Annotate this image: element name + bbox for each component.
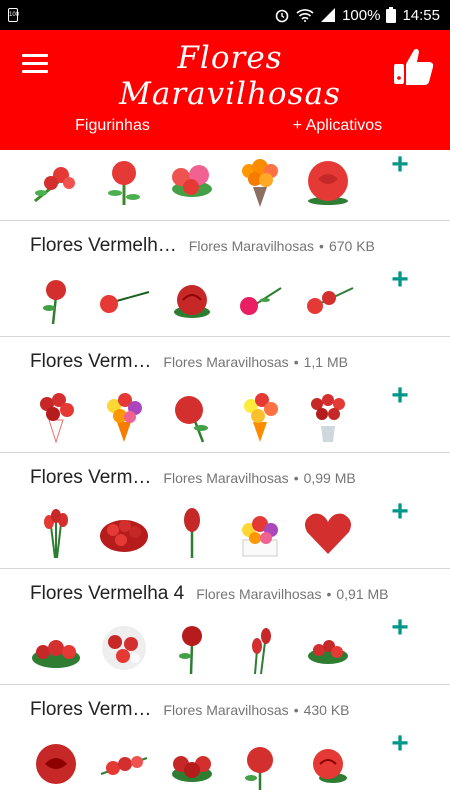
sticker-pack[interactable]: Flores Verm… Flores Maravilhosas • 1,1 M…	[0, 337, 450, 453]
big-rose-sticker	[294, 154, 362, 210]
rose-arrangement-sticker	[90, 737, 158, 793]
orange-bouquet-sticker	[226, 154, 294, 210]
single-rose-sticker	[226, 737, 294, 793]
wifi-icon	[296, 9, 314, 22]
pack-name: Flores Verm…	[30, 699, 152, 720]
clock: 14:55	[402, 6, 440, 24]
menu-icon	[22, 54, 48, 57]
status-bar: 100 100% 14:55	[0, 0, 450, 30]
pink-rose-sticker	[226, 273, 294, 329]
tab-stickers[interactable]: Figurinhas	[0, 110, 225, 150]
sticker-preview-row	[22, 154, 362, 210]
pack-header: Flores Verm… Flores Maravilhosas • 430 K…	[30, 699, 350, 721]
sticker-preview-row	[22, 621, 362, 677]
pack-size: 1,1 MB	[303, 354, 348, 370]
sticker-pack[interactable]: Flores Vermelh… Flores Maravilhosas • 67…	[0, 221, 450, 337]
two-roses-sticker	[294, 273, 362, 329]
pack-name: Flores Verm…	[30, 351, 152, 372]
rose-trio-sticker	[158, 737, 226, 793]
status-right: 100% 14:55	[274, 0, 440, 30]
pack-name: Flores Vermelh…	[30, 235, 177, 256]
meta-separator: •	[319, 238, 324, 254]
add-to-whatsapp-button[interactable]: +	[388, 150, 412, 180]
big-red-rose-sticker	[22, 737, 90, 793]
sticker-preview-row	[22, 505, 362, 561]
rose-basket-sticker	[90, 505, 158, 561]
two-rose-buds-sticker	[226, 621, 294, 677]
sticker-pack[interactable]: Flores Verm… Flores Maravilhosas • 430 K…	[0, 685, 450, 800]
rose-pile-sticker	[22, 621, 90, 677]
sticker-preview-row	[22, 389, 362, 445]
sticker-pack[interactable]: Flores Verm… Flores Maravilhosas • 0,99 …	[0, 453, 450, 569]
roses-vase-sticker	[294, 389, 362, 445]
battery-percent: 100%	[342, 6, 381, 24]
meta-separator: •	[293, 702, 299, 718]
tab-more-apps[interactable]: + Aplicativos	[225, 110, 450, 150]
meta-separator: •	[293, 470, 299, 486]
flower-box-sticker	[226, 505, 294, 561]
meta-separator: •	[326, 586, 332, 602]
white-red-bouquet-sticker	[90, 621, 158, 677]
app-bar: Flores Maravilhosas Figurinhas + Aplicat…	[0, 30, 450, 150]
sticker-preview-row	[22, 737, 362, 793]
red-rose-sticker	[294, 737, 362, 793]
pack-size: 0,91 MB	[336, 586, 389, 602]
pack-name: Flores Verm…	[30, 467, 152, 488]
pack-header: Flores Vermelh… Flores Maravilhosas • 67…	[30, 235, 375, 257]
mixed-bouquet-sticker	[226, 389, 294, 445]
rose-bouquet-sticker	[22, 154, 90, 210]
pack-size: 0,99 MB	[303, 470, 356, 486]
notification-battery-icon: 100	[8, 8, 19, 22]
menu-button[interactable]	[22, 54, 48, 76]
pack-publisher: Flores Maravilhosas	[188, 238, 315, 254]
rose-bouquet-sticker	[22, 389, 90, 445]
pack-size: 430 KB	[303, 702, 350, 718]
add-to-whatsapp-button[interactable]: +	[388, 381, 412, 411]
rose-stem-sticker	[22, 273, 90, 329]
rose-cluster-sticker	[294, 621, 362, 677]
heart-roses-sticker	[294, 505, 362, 561]
add-to-whatsapp-button[interactable]: +	[388, 265, 412, 295]
rose-bud-sticker	[158, 621, 226, 677]
tab-bar: Figurinhas + Aplicativos	[0, 110, 450, 150]
rose-bud-sticker	[158, 505, 226, 561]
alarm-icon	[275, 9, 289, 23]
add-to-whatsapp-button[interactable]: +	[388, 497, 412, 527]
red-tulips-sticker	[22, 505, 90, 561]
pink-roses-sticker	[158, 154, 226, 210]
red-rose-sticker	[90, 154, 158, 210]
sticker-pack-list: + Flores Vermelh… Flores Maravilhosas • …	[0, 150, 450, 800]
battery-icon	[386, 7, 397, 23]
pack-publisher: Flores Maravilhosas	[163, 702, 289, 718]
sticker-pack[interactable]: Flores Vermelha 4 Flores Maravilhosas • …	[0, 569, 450, 685]
single-rose-sticker	[158, 389, 226, 445]
sticker-pack[interactable]: +	[0, 150, 450, 221]
signal-icon	[321, 8, 336, 22]
add-to-whatsapp-button[interactable]: +	[388, 729, 412, 759]
meta-separator: •	[293, 354, 299, 370]
lying-rose-sticker	[90, 273, 158, 329]
pack-header: Flores Verm… Flores Maravilhosas • 1,1 M…	[30, 351, 348, 373]
pack-publisher: Flores Maravilhosas	[163, 354, 289, 370]
pack-publisher: Flores Maravilhosas	[163, 470, 289, 486]
pack-name: Flores Vermelha 4	[30, 583, 185, 604]
sticker-preview-row	[22, 273, 362, 329]
pack-size: 670 KB	[328, 238, 375, 254]
red-rose-sticker	[158, 273, 226, 329]
thumbs-up-icon	[394, 48, 434, 85]
app-title: Flores Maravilhosas	[119, 40, 341, 112]
mixed-bouquet-sticker	[90, 389, 158, 445]
like-button[interactable]	[392, 44, 436, 88]
pack-header: Flores Verm… Flores Maravilhosas • 0,99 …	[30, 467, 356, 489]
pack-publisher: Flores Maravilhosas	[196, 586, 322, 602]
add-to-whatsapp-button[interactable]: +	[388, 613, 412, 643]
pack-header: Flores Vermelha 4 Flores Maravilhosas • …	[30, 583, 389, 605]
